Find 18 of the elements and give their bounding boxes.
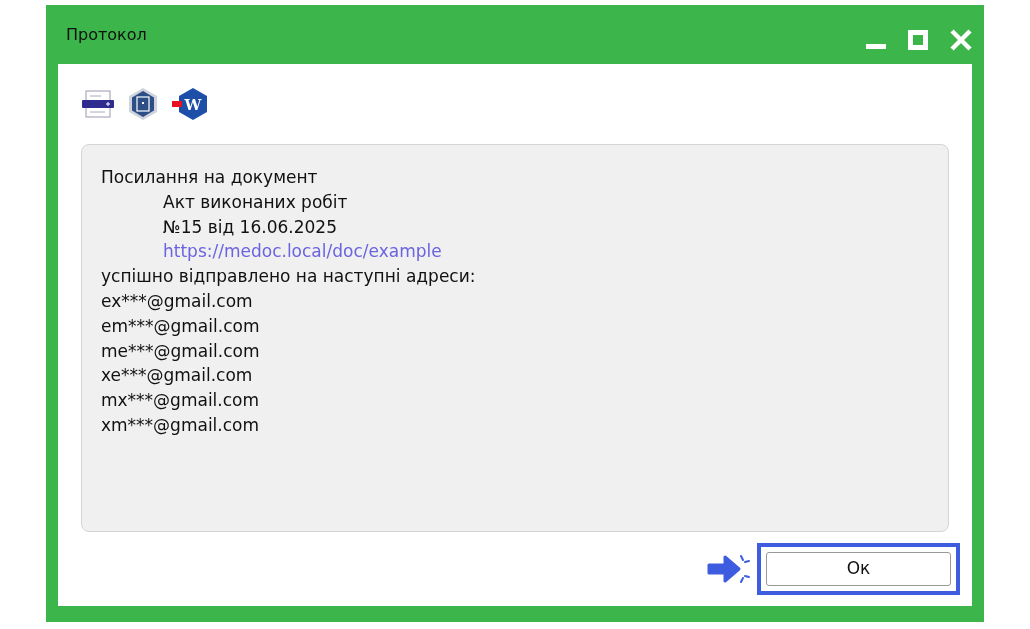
message-line: em***@gmail.com	[101, 315, 260, 336]
message-line: xm***@gmail.com	[101, 414, 260, 435]
message-line: успішно відправлено на наступні адреси:	[101, 266, 476, 287]
message-line: Акт виконаних робіт	[162, 191, 348, 212]
ok-button[interactable]: Ок	[766, 552, 951, 586]
printer-icon[interactable]	[81, 87, 115, 121]
message-line: №15 від 16.06.2025	[162, 216, 337, 237]
message-line: xe***@gmail.com	[101, 365, 253, 386]
message-line: mx***@gmail.com	[101, 390, 260, 411]
pointer-arrow-icon	[707, 552, 751, 586]
maximize-icon[interactable]	[908, 29, 928, 50]
message-line: Посилання на документ	[101, 167, 318, 187]
document-link[interactable]: https://medoc.local/doc/example	[101, 241, 442, 262]
message-line: ex***@gmail.com	[101, 291, 253, 311]
message-line: me***@gmail.com	[101, 340, 260, 361]
save-icon[interactable]	[127, 87, 159, 121]
close-icon[interactable]	[950, 28, 972, 51]
window-title: Протокол	[66, 23, 147, 46]
